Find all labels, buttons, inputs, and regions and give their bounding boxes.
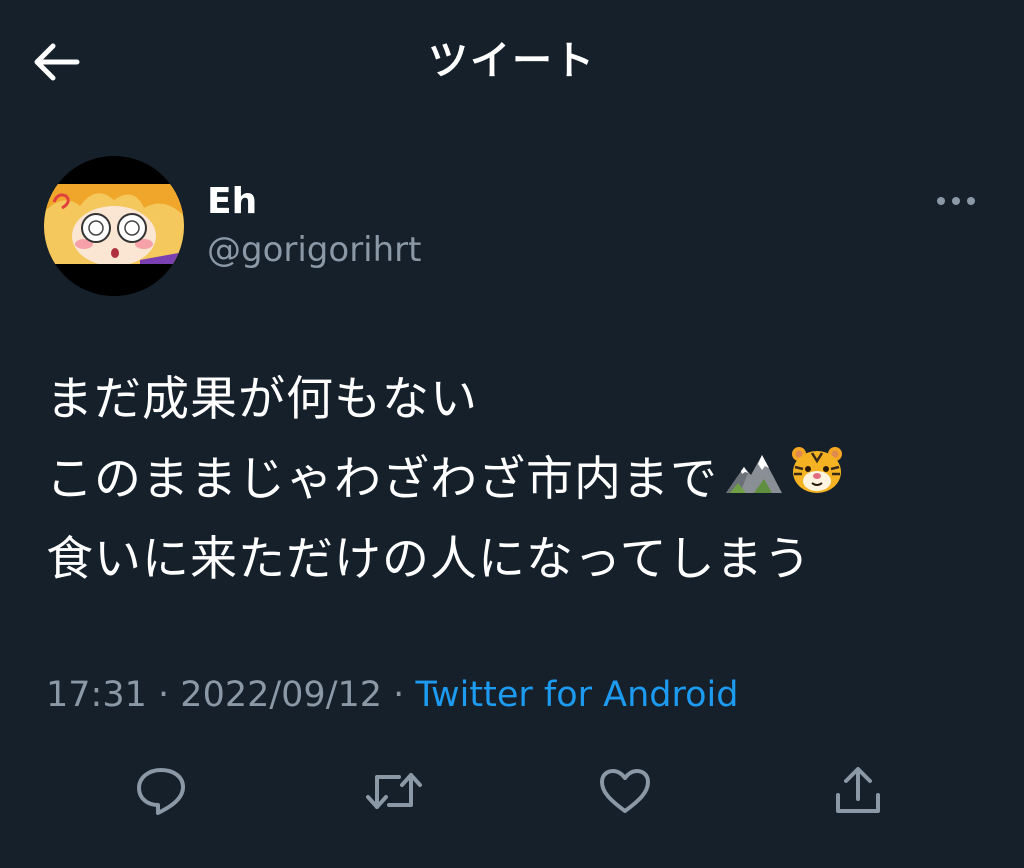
more-options-button[interactable] <box>928 184 984 218</box>
tweet-date: 2022/09/12 <box>180 675 383 715</box>
meta-separator: · <box>393 675 405 715</box>
reply-icon <box>137 768 185 815</box>
tweet-line-text: 食いに来ただけの人になってしまう <box>46 532 812 587</box>
top-bar: ツイート <box>0 0 1024 120</box>
action-bar <box>0 756 1024 826</box>
anime-girl-avatar <box>44 156 184 296</box>
tweet-source-link[interactable]: Twitter for Android <box>415 675 738 715</box>
tweet-line-text: このままじゃわざわざ市内まで <box>46 452 718 507</box>
tweet-time: 17:31 <box>46 675 147 715</box>
tiger-face-emoji <box>790 440 844 520</box>
more-dots-icon <box>937 197 975 205</box>
retweet-button[interactable] <box>359 756 429 826</box>
like-icon <box>600 769 650 813</box>
tweet-line: このままじゃわざわざ市内まで <box>46 440 996 520</box>
tweet-metadata: 17:31 · 2022/09/12 · Twitter for Android <box>46 671 738 719</box>
author-name[interactable]: Eh <box>207 178 257 226</box>
share-icon <box>836 767 880 813</box>
tweet-line: 食いに来ただけの人になってしまう <box>46 520 996 600</box>
page-title: ツイート <box>428 38 596 84</box>
tweet-line-text: まだ成果が何もない <box>46 372 478 427</box>
tweet-text: まだ成果が何もない このままじゃわざわざ市内まで 食いに来ただけの人になってしま… <box>46 360 996 600</box>
like-button[interactable] <box>590 756 660 826</box>
share-button[interactable] <box>823 756 893 826</box>
reply-button[interactable] <box>126 756 196 826</box>
tweet-line: まだ成果が何もない <box>46 360 996 440</box>
avatar[interactable] <box>44 156 184 296</box>
retweet-icon <box>366 773 422 809</box>
meta-separator: · <box>158 675 170 715</box>
mountain-emoji <box>724 440 784 520</box>
author-handle[interactable]: @gorigorihrt <box>207 226 421 274</box>
